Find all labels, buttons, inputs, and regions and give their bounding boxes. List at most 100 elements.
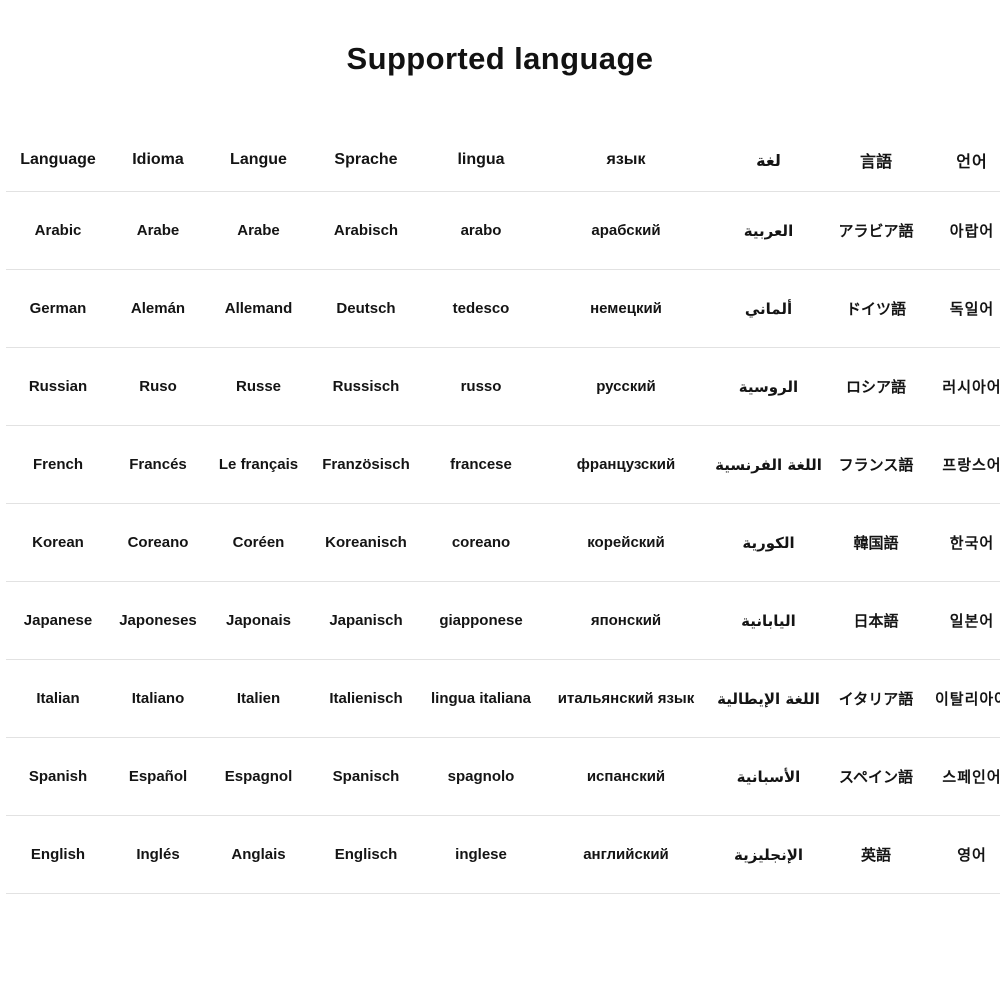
cell-language-es: Coreano	[127, 534, 189, 552]
cell-language-en: Spanish	[28, 768, 88, 786]
cell-language-ar: ألماني	[744, 299, 793, 318]
cell-language-ru: русский	[596, 378, 656, 396]
cell-language-ar: الإنجليزية	[733, 845, 804, 864]
table-header-row: Language Idioma Langue Sprache lingua яз…	[6, 129, 1000, 192]
cell-language-en: Italian	[36, 690, 80, 708]
cell-language-ko: 한국어	[949, 534, 995, 553]
cell-language-it: russo	[460, 378, 502, 396]
cell-language-ja: 英語	[860, 846, 891, 865]
cell-language-es: Italiano	[131, 690, 185, 708]
cell-language-ko: 아랍어	[949, 222, 995, 241]
cell-language-ja: 日本語	[853, 612, 899, 631]
column-header-language-ko: 언어	[956, 152, 988, 172]
cell-language-de: Russisch	[332, 378, 400, 396]
table-row: Russian Ruso Russe Russisch russo русски…	[6, 348, 1000, 426]
cell-language-it: lingua italiana	[430, 690, 532, 708]
cell-language-ko: 독일어	[949, 300, 995, 319]
supported-language-table: Language Idioma Langue Sprache lingua яз…	[6, 129, 1000, 894]
cell-language-it: tedesco	[452, 300, 510, 318]
cell-language-ru: испанский	[586, 768, 666, 786]
cell-language-ko: 영어	[957, 846, 987, 865]
cell-language-ar: الأسبانية	[736, 767, 801, 786]
cell-language-en: German	[29, 300, 87, 318]
cell-language-ru: японский	[590, 612, 662, 630]
cell-language-fr: Le français	[218, 456, 299, 474]
cell-language-ko: 스페인어	[942, 768, 1000, 787]
cell-language-es: Inglés	[136, 846, 180, 864]
column-header-language-en: Language	[20, 151, 96, 169]
cell-language-fr: Espagnol	[224, 768, 293, 786]
cell-language-de: Japanisch	[329, 612, 403, 630]
cell-language-de: Arabisch	[333, 222, 399, 240]
cell-language-ja: ロシア語	[845, 378, 906, 397]
cell-language-ar: اللغة الإيطالية	[717, 689, 820, 708]
cell-language-fr: Anglais	[231, 846, 286, 864]
table-row: Spanish Español Espagnol Spanisch spagno…	[6, 738, 1000, 816]
column-header-language-it: lingua	[457, 151, 505, 169]
cell-language-ru: корейский	[587, 534, 665, 552]
cell-language-ko: 일본어	[949, 612, 995, 631]
supported-language-page: Supported language Language Idioma Langu…	[0, 0, 1000, 1000]
cell-language-en: French	[32, 456, 83, 474]
language-table-container: Language Idioma Langue Sprache lingua яз…	[0, 129, 1000, 894]
cell-language-ar: اللغة الفرنسية	[715, 455, 822, 474]
cell-language-ru: английский	[583, 846, 669, 864]
cell-language-es: Ruso	[139, 378, 177, 396]
column-header-language-ru: язык	[606, 151, 646, 169]
cell-language-it: giapponese	[439, 612, 523, 630]
page-title: Supported language	[346, 41, 654, 76]
column-header-language-de: Sprache	[334, 151, 398, 169]
cell-language-ja: ドイツ語	[845, 300, 906, 319]
column-header-language-es: Idioma	[132, 151, 184, 169]
cell-language-ar: الروسية	[738, 377, 799, 396]
column-header-language-ar: لغة	[756, 150, 781, 170]
table-row: Arabic Arabe Arabe Arabisch arabo арабск…	[6, 192, 1000, 270]
cell-language-fr: Russe	[235, 378, 282, 396]
cell-language-ru: французский	[576, 456, 676, 474]
cell-language-en: Korean	[32, 534, 84, 552]
cell-language-it: francese	[450, 456, 512, 474]
table-row: German Alemán Allemand Deutsch tedesco н…	[6, 270, 1000, 348]
cell-language-fr: Arabe	[237, 222, 280, 240]
table-body: Arabic Arabe Arabe Arabisch arabo арабск…	[6, 192, 1000, 894]
table-row: English Inglés Anglais Englisch inglese …	[6, 816, 1000, 894]
cell-language-es: Arabe	[136, 222, 180, 240]
cell-language-it: coreano	[451, 534, 511, 552]
cell-language-ar: اليابانية	[741, 611, 796, 630]
cell-language-ko: 러시아어	[942, 378, 1000, 397]
cell-language-ja: アラビア語	[838, 222, 914, 241]
cell-language-es: Japoneses	[119, 612, 197, 630]
cell-language-en: English	[30, 846, 86, 864]
cell-language-de: Englisch	[334, 846, 398, 864]
cell-language-es: Francés	[129, 456, 187, 474]
cell-language-ja: スペイン語	[839, 768, 913, 787]
cell-language-en: Japanese	[23, 612, 93, 630]
cell-language-ru: немецкий	[590, 300, 662, 318]
cell-language-es: Español	[128, 768, 188, 786]
cell-language-it: arabo	[460, 222, 502, 240]
column-header-language-ja: 言語	[859, 152, 892, 172]
cell-language-de: Koreanisch	[325, 534, 407, 552]
cell-language-ja: フランス語	[838, 456, 914, 475]
table-row: Korean Coreano Coréen Koreanisch coreano…	[6, 504, 1000, 582]
cell-language-de: Spanisch	[332, 768, 400, 786]
cell-language-fr: Coréen	[232, 534, 285, 552]
cell-language-fr: Japonais	[225, 612, 292, 630]
cell-language-de: Italienisch	[329, 690, 403, 708]
cell-language-ko: 이탈리아어	[934, 690, 1000, 709]
table-row: Italian Italiano Italien Italienisch lin…	[6, 660, 1000, 738]
cell-language-fr: Allemand	[224, 300, 293, 318]
cell-language-ar: العربية	[743, 221, 794, 240]
cell-language-ru: итальянский язык	[557, 690, 695, 708]
cell-language-es: Alemán	[130, 300, 186, 318]
cell-language-de: Französisch	[322, 456, 410, 474]
cell-language-de: Deutsch	[336, 300, 396, 318]
cell-language-fr: Italien	[236, 690, 281, 708]
cell-language-it: inglese	[455, 846, 507, 864]
cell-language-ar: الكورية	[742, 533, 795, 552]
table-row: French Francés Le français Französisch f…	[6, 426, 1000, 504]
table-row: Japanese Japoneses Japonais Japanisch gi…	[6, 582, 1000, 660]
cell-language-it: spagnolo	[447, 768, 515, 786]
cell-language-ja: イタリア語	[838, 690, 914, 709]
cell-language-ko: 프랑스어	[942, 456, 1000, 475]
